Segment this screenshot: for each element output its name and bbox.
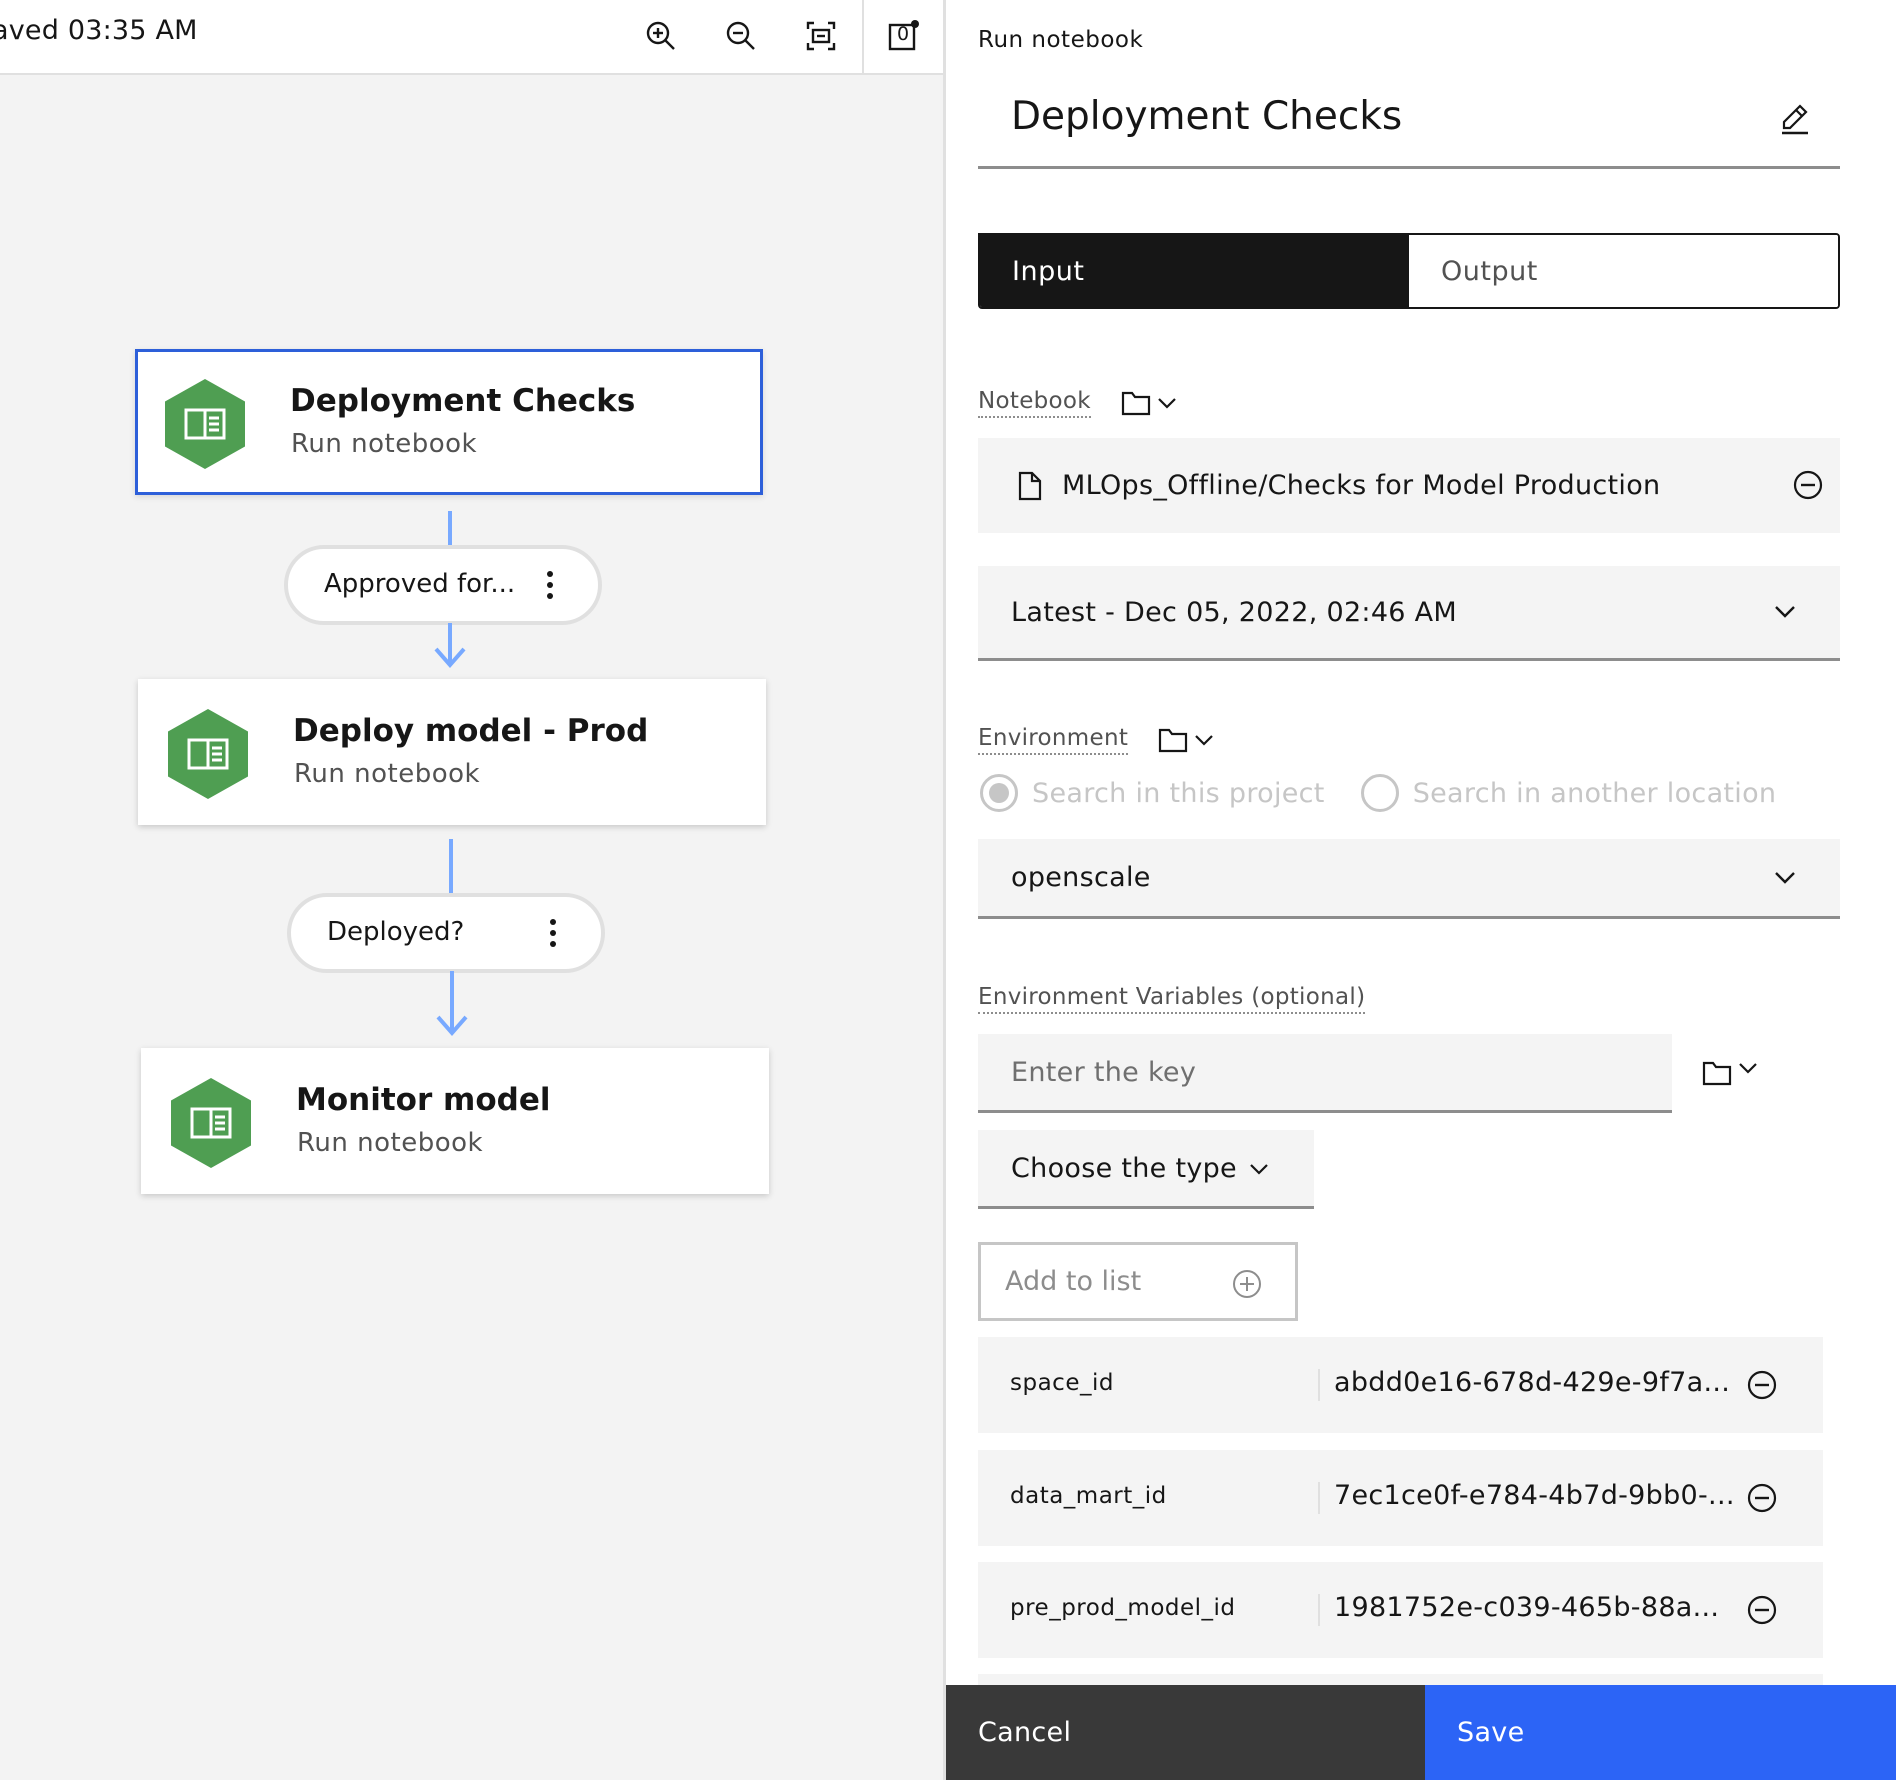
remove-icon[interactable]: [1745, 1481, 1779, 1515]
row-divider: [1318, 1482, 1320, 1514]
edge-line: [448, 511, 452, 545]
io-tabs: Input Output: [978, 233, 1840, 309]
row-divider: [1318, 1369, 1320, 1401]
pipeline-node-deploy-model-prod[interactable]: Deploy model - Prod Run notebook: [138, 679, 766, 825]
cancel-button[interactable]: Cancel: [946, 1685, 1425, 1780]
zoom-in-icon: [646, 21, 675, 50]
notification-count: 0: [897, 23, 910, 45]
environment-source-picker[interactable]: [1158, 727, 1214, 753]
env-var-key: space_id: [1010, 1370, 1114, 1396]
notebook-icon: [165, 379, 245, 469]
edge-line: [449, 839, 453, 893]
pipeline-node-monitor-model[interactable]: Monitor model Run notebook: [141, 1048, 769, 1194]
env-var-key: pre_prod_model_id: [1010, 1595, 1236, 1621]
fit-to-screen-icon: [806, 21, 836, 51]
save-button[interactable]: Save: [1425, 1685, 1896, 1780]
chevron-down-icon: [1739, 1063, 1757, 1074]
env-var-type-dropdown[interactable]: Choose the type: [978, 1130, 1314, 1209]
environment-dropdown[interactable]: openscale: [978, 839, 1840, 919]
env-var-value: abdd0e16-678d-429e-9f7a...: [1334, 1367, 1731, 1398]
radio-label: Search in another location: [1412, 777, 1777, 809]
chevron-down-icon: [1775, 872, 1795, 884]
radio-label: Search in this project: [1032, 777, 1325, 809]
folder-icon: [1702, 1061, 1732, 1086]
env-vars-label[interactable]: Environment Variables (optional): [978, 984, 1366, 1014]
notebook-icon: [171, 1078, 251, 1168]
environment-label-row: Environment: [978, 725, 1214, 755]
condition-approved[interactable]: Approved for...: [284, 545, 602, 625]
fit-to-screen-button[interactable]: [799, 14, 843, 58]
zoom-out-icon: [726, 21, 755, 50]
chevron-down-icon: [1158, 398, 1176, 409]
env-var-row: pre_prod_model_id 1981752e-c039-465b-88a…: [978, 1562, 1823, 1658]
zoom-out-button[interactable]: [719, 14, 763, 58]
notebook-path: MLOps_Offline/Checks for Model Productio…: [1062, 470, 1661, 501]
env-var-value: 1981752e-c039-465b-88a...: [1334, 1592, 1720, 1623]
chevron-down-icon: [1250, 1164, 1268, 1175]
tab-input[interactable]: Input: [980, 235, 1409, 307]
condition-deployed[interactable]: Deployed?: [287, 893, 605, 973]
overflow-menu-icon[interactable]: [545, 915, 561, 951]
add-to-list-label: Add to list: [1005, 1266, 1142, 1297]
node-subtitle: Run notebook: [294, 759, 481, 789]
environment-value: openscale: [1011, 862, 1151, 893]
saved-status: aved 03:35 AM: [0, 15, 198, 46]
edit-pencil-icon: [1782, 104, 1808, 135]
node-title: Monitor model: [296, 1082, 551, 1118]
notebook-label[interactable]: Notebook: [978, 388, 1091, 418]
environment-label[interactable]: Environment: [978, 725, 1129, 755]
environment-location-radios: Search in this project Search in another…: [980, 774, 1776, 812]
key-placeholder: Enter the key: [1011, 1056, 1197, 1088]
panel-footer: Cancel Save: [946, 1685, 1896, 1780]
pipeline-canvas[interactable]: aved 03:35 AM 0 Deployment Checks Run no…: [0, 0, 946, 1780]
chevron-down-icon: [1195, 735, 1213, 746]
type-placeholder: Choose the type: [1011, 1152, 1237, 1184]
node-properties-panel: Run notebook Deployment Checks Input Out…: [946, 0, 1896, 1780]
node-title: Deployment Checks: [290, 383, 636, 419]
edit-title-button[interactable]: [1776, 100, 1816, 140]
arrow-down-icon: [434, 647, 466, 669]
notifications-button[interactable]: 0: [882, 14, 926, 58]
notebook-source-picker[interactable]: [1121, 390, 1177, 416]
remove-icon[interactable]: [1745, 1593, 1779, 1627]
pipeline-node-deployment-checks[interactable]: Deployment Checks Run notebook: [135, 349, 763, 495]
env-var-source-picker[interactable]: [1702, 1060, 1758, 1086]
zoom-in-button[interactable]: [639, 14, 683, 58]
notebook-icon: [168, 709, 248, 799]
add-circle-icon: [1233, 1270, 1261, 1298]
arrow-down-icon: [436, 1015, 468, 1037]
notebook-version-dropdown[interactable]: Latest - Dec 05, 2022, 02:46 AM: [978, 566, 1840, 661]
overflow-menu-icon[interactable]: [542, 567, 558, 603]
env-vars-label-row: Environment Variables (optional): [978, 984, 1366, 1014]
title-underline: [978, 166, 1840, 169]
row-divider: [1318, 1594, 1320, 1626]
radio-search-another-location[interactable]: [1360, 774, 1399, 812]
remove-icon[interactable]: [1792, 469, 1824, 501]
node-subtitle: Run notebook: [297, 1128, 484, 1158]
env-var-key: data_mart_id: [1010, 1483, 1167, 1509]
folder-icon: [1121, 391, 1151, 416]
node-subtitle: Run notebook: [291, 429, 478, 459]
document-icon: [1018, 471, 1042, 500]
add-to-list-button[interactable]: Add to list: [978, 1242, 1298, 1321]
notebook-label-row: Notebook: [978, 388, 1177, 418]
tab-output[interactable]: Output: [1409, 235, 1838, 307]
node-title: Deploy model - Prod: [293, 713, 649, 749]
notebook-file-field[interactable]: MLOps_Offline/Checks for Model Productio…: [978, 438, 1840, 533]
folder-icon: [1159, 728, 1188, 753]
env-var-key-input[interactable]: Enter the key: [978, 1034, 1672, 1113]
env-var-value: 7ec1ce0f-e784-4b7d-9bb0-...: [1334, 1480, 1735, 1511]
panel-title: Deployment Checks: [1011, 94, 1403, 139]
canvas-toolbar: aved 03:35 AM 0: [0, 0, 945, 75]
node-type-label: Run notebook: [978, 27, 1144, 53]
toolbar-divider: [862, 0, 864, 75]
chevron-down-icon: [1775, 606, 1795, 618]
env-var-row: space_id abdd0e16-678d-429e-9f7a...: [978, 1337, 1823, 1433]
radio-search-this-project[interactable]: [980, 774, 1018, 812]
condition-label: Approved for...: [324, 569, 516, 599]
condition-label: Deployed?: [327, 917, 465, 947]
env-var-row: data_mart_id 7ec1ce0f-e784-4b7d-9bb0-...: [978, 1450, 1823, 1546]
remove-icon[interactable]: [1745, 1368, 1779, 1402]
notebook-version: Latest - Dec 05, 2022, 02:46 AM: [1011, 596, 1458, 628]
